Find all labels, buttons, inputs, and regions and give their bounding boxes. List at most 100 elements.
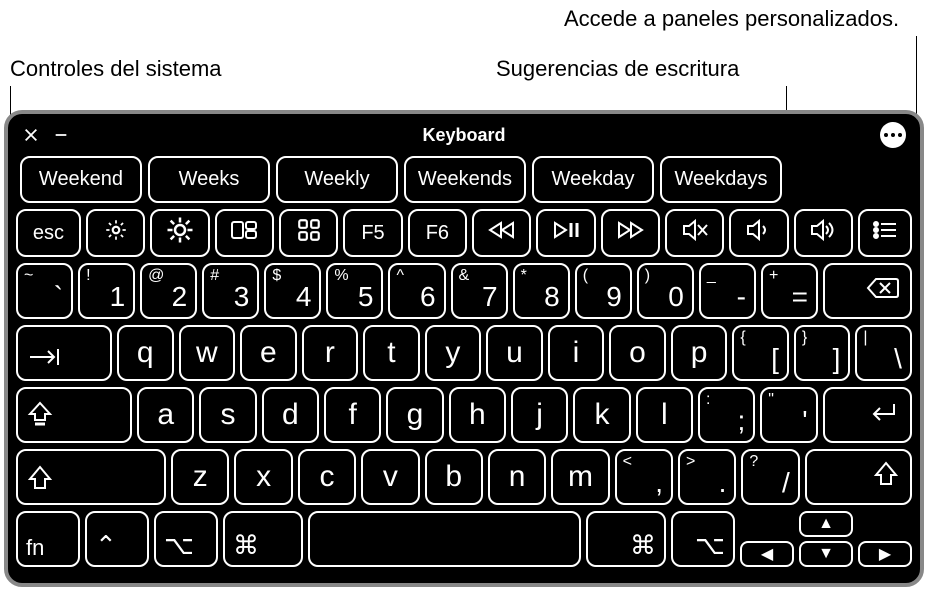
key-6[interactable]: ^6 xyxy=(388,263,445,319)
key-=[interactable]: += xyxy=(761,263,818,319)
key-q[interactable]: q xyxy=(117,325,174,381)
key-\[interactable]: |\ xyxy=(855,325,912,381)
suggestion-item[interactable]: Weekly xyxy=(276,156,398,203)
esc-label: esc xyxy=(33,222,64,245)
key-b[interactable]: b xyxy=(425,449,483,505)
key-9[interactable]: (9 xyxy=(575,263,632,319)
key-.[interactable]: >. xyxy=(678,449,736,505)
mute-key[interactable] xyxy=(665,209,724,257)
key-u[interactable]: u xyxy=(486,325,543,381)
key-4[interactable]: $4 xyxy=(264,263,321,319)
key-main-label: l xyxy=(661,398,668,432)
key-5[interactable]: %5 xyxy=(326,263,383,319)
key-3[interactable]: #3 xyxy=(202,263,259,319)
fn-key[interactable]: fn xyxy=(16,511,80,567)
key-m[interactable]: m xyxy=(551,449,609,505)
key-[[interactable]: {[ xyxy=(732,325,789,381)
left-shift-key[interactable] xyxy=(16,449,166,505)
key-/[interactable]: ?/ xyxy=(741,449,799,505)
key-d[interactable]: d xyxy=(262,387,319,443)
brightness-up-key[interactable] xyxy=(150,209,209,257)
key-,[interactable]: <, xyxy=(615,449,673,505)
key-main-label: h xyxy=(469,398,486,432)
f6-key[interactable]: F6 xyxy=(408,209,467,257)
volume-up-key[interactable] xyxy=(794,209,853,257)
suggestion-item[interactable]: Weeks xyxy=(148,156,270,203)
caps-lock-key[interactable] xyxy=(16,387,132,443)
key-c[interactable]: c xyxy=(298,449,356,505)
key--[interactable]: _- xyxy=(699,263,756,319)
custom-panels-key[interactable] xyxy=(858,209,912,257)
key-main-label: v xyxy=(383,460,398,494)
right-option-key[interactable]: ⌥ xyxy=(671,511,735,567)
key-n[interactable]: n xyxy=(488,449,546,505)
key-l[interactable]: l xyxy=(636,387,693,443)
left-option-key[interactable]: ⌥ xyxy=(154,511,218,567)
right-arrow-key[interactable]: ▶ xyxy=(858,541,912,567)
key-x[interactable]: x xyxy=(234,449,292,505)
key-f[interactable]: f xyxy=(324,387,381,443)
fn-label: fn xyxy=(26,535,44,561)
suggestion-item[interactable]: Weekend xyxy=(20,156,142,203)
key-r[interactable]: r xyxy=(302,325,359,381)
key-e[interactable]: e xyxy=(240,325,297,381)
key-0[interactable]: )0 xyxy=(637,263,694,319)
right-command-key[interactable]: ⌘ xyxy=(586,511,666,567)
key-1[interactable]: !1 xyxy=(78,263,135,319)
key-p[interactable]: p xyxy=(671,325,728,381)
down-arrow-key[interactable]: ▼ xyxy=(799,541,853,567)
key-i[interactable]: i xyxy=(548,325,605,381)
f5-key[interactable]: F5 xyxy=(343,209,402,257)
key-g[interactable]: g xyxy=(386,387,443,443)
more-options-button[interactable] xyxy=(880,122,906,148)
left-command-key[interactable]: ⌘ xyxy=(223,511,303,567)
suggestion-item[interactable]: Weekdays xyxy=(660,156,782,203)
key-a[interactable]: a xyxy=(137,387,194,443)
volume-down-key[interactable] xyxy=(729,209,788,257)
space-key[interactable] xyxy=(308,511,581,567)
key-h[interactable]: h xyxy=(449,387,506,443)
suggestion-item[interactable]: Weekends xyxy=(404,156,526,203)
key-t[interactable]: t xyxy=(363,325,420,381)
right-arrow-icon: ▶ xyxy=(879,544,891,564)
key-s[interactable]: s xyxy=(199,387,256,443)
close-icon[interactable] xyxy=(22,126,40,144)
rewind-key[interactable] xyxy=(472,209,531,257)
key-][interactable]: }] xyxy=(794,325,851,381)
key-j[interactable]: j xyxy=(511,387,568,443)
callout-system: Controles del sistema xyxy=(10,56,222,82)
backspace-key[interactable] xyxy=(823,263,912,319)
up-arrow-key[interactable]: ▲ xyxy=(799,511,853,537)
key-main-label: ] xyxy=(833,343,841,375)
launchpad-key[interactable] xyxy=(279,209,338,257)
esc-key[interactable]: esc xyxy=(16,209,81,257)
key-`[interactable]: ~` xyxy=(16,263,73,319)
control-key[interactable]: ⌃ xyxy=(85,511,149,567)
key-k[interactable]: k xyxy=(573,387,630,443)
key-o[interactable]: o xyxy=(609,325,666,381)
key-z[interactable]: z xyxy=(171,449,229,505)
brightness-down-key[interactable] xyxy=(86,209,145,257)
key-v[interactable]: v xyxy=(361,449,419,505)
key-8[interactable]: *8 xyxy=(513,263,570,319)
mission-control-key[interactable] xyxy=(215,209,274,257)
tab-key[interactable] xyxy=(16,325,112,381)
minimize-icon[interactable] xyxy=(52,126,70,144)
key-y[interactable]: y xyxy=(425,325,482,381)
up-arrow-icon: ▲ xyxy=(818,515,834,533)
key-top-label: ^ xyxy=(396,267,404,285)
left-arrow-key[interactable]: ◀ xyxy=(740,541,794,567)
key-7[interactable]: &7 xyxy=(451,263,508,319)
key-top-label: * xyxy=(521,267,527,285)
return-key[interactable] xyxy=(823,387,912,443)
key-'[interactable]: "' xyxy=(760,387,817,443)
fast-forward-key[interactable] xyxy=(601,209,660,257)
key-w[interactable]: w xyxy=(179,325,236,381)
play-pause-key[interactable] xyxy=(536,209,595,257)
suggestion-item[interactable]: Weekday xyxy=(532,156,654,203)
option-icon: ⌥ xyxy=(164,530,194,561)
key-2[interactable]: @2 xyxy=(140,263,197,319)
right-shift-key[interactable] xyxy=(805,449,912,505)
key-main-label: p xyxy=(691,336,708,370)
key-;[interactable]: :; xyxy=(698,387,755,443)
